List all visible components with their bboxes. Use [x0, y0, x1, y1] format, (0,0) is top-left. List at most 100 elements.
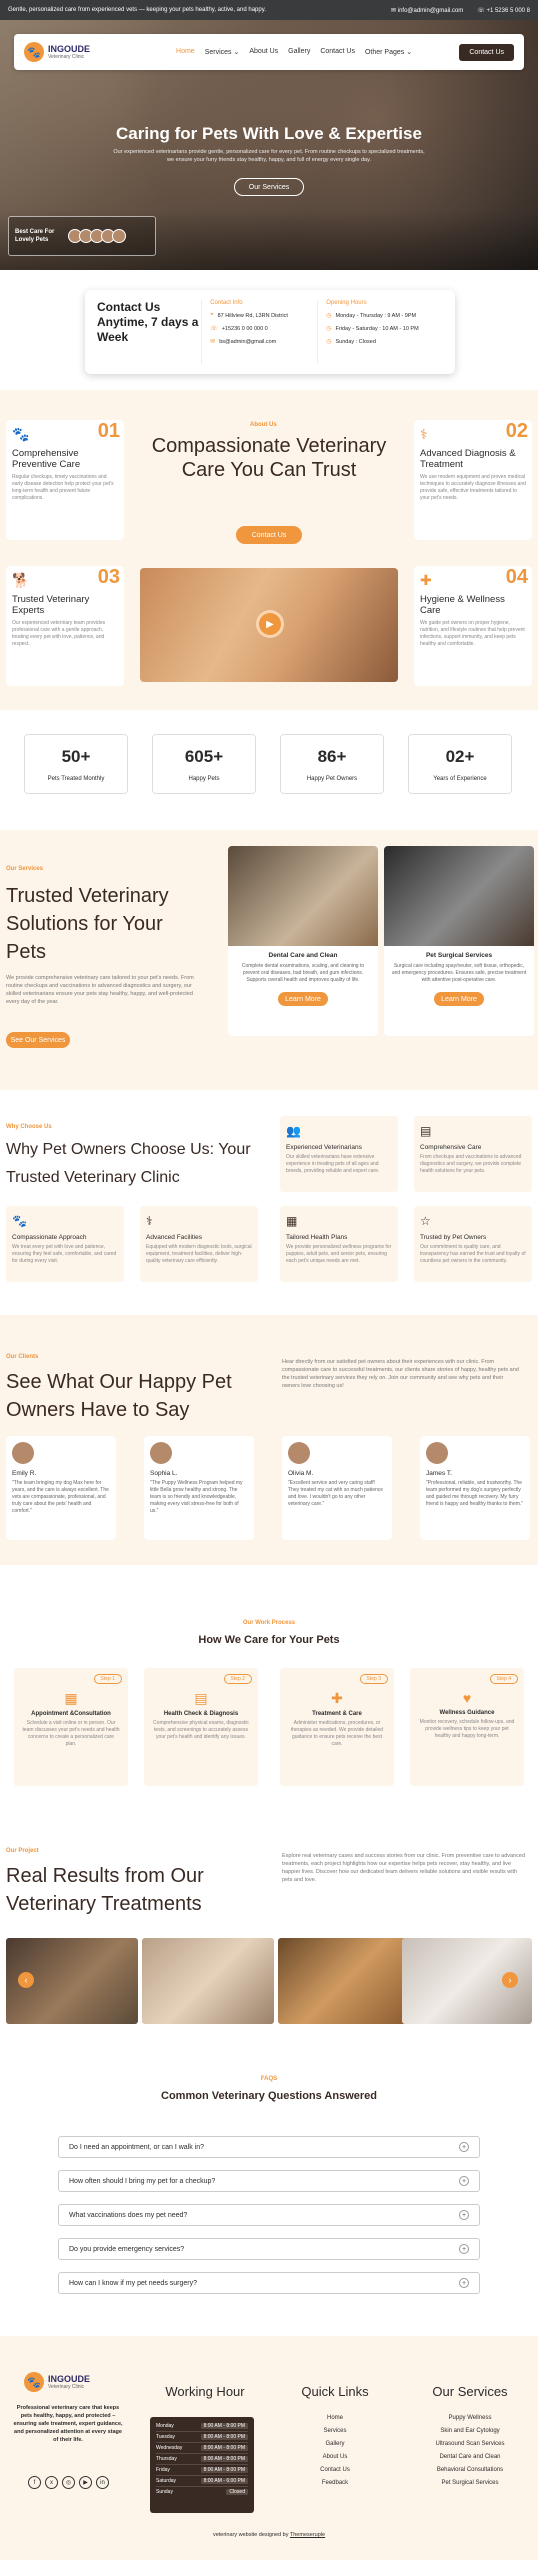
calendar-icon: ▦	[64, 1690, 78, 1706]
x-icon[interactable]: x	[45, 2476, 58, 2489]
faq-item[interactable]: How often should I bring my pet for a ch…	[58, 2170, 480, 2192]
prev-arrow-icon[interactable]: ‹	[18, 1972, 34, 1988]
nav-home[interactable]: Home	[176, 48, 195, 56]
contact-title: Contact Us Anytime, 7 days a Week	[97, 300, 199, 344]
hours-title: Working Hour	[165, 2384, 245, 2399]
process-step: Step 4 ♥ Wellness Guidance Monitor recovery…	[410, 1668, 524, 1786]
clients-tag: Our Clients	[6, 1354, 39, 1360]
avatar	[12, 1442, 34, 1464]
paw-icon: 🐾	[24, 2372, 44, 2392]
stethoscope-icon: ⚕	[146, 1214, 153, 1228]
footer-services-title: Our Services	[432, 2384, 508, 2399]
footer-service-link[interactable]: Ultrasound Scan Services	[410, 2438, 530, 2451]
services-title: Trusted Veterinary Solutions for Your Pe…	[6, 885, 169, 963]
main-navbar: 🐾 INGOUDE Veterinary Clinic Home Services…	[14, 34, 524, 70]
about-contact-button[interactable]: Contact Us	[236, 526, 302, 544]
why-card: ▦ Tailored Health Plans We provide persona…	[280, 1206, 398, 1282]
hours-line: ◷ Monday - Thursday : 9 AM - 9PM	[326, 312, 417, 320]
cat-video-thumbnail[interactable]: ▶	[140, 568, 398, 682]
faq-item[interactable]: Do I need an appointment, or can I walk …	[58, 2136, 480, 2158]
working-hours-table: Monday 8:00 AM - 8:00 PM Tuesday 8:00 AM -…	[150, 2417, 254, 2513]
service-card: Pet Surgical Services Surgical care inclu…	[384, 846, 534, 1036]
hero-services-button[interactable]: Our Services	[234, 178, 304, 196]
next-arrow-icon[interactable]: ›	[502, 1972, 518, 1988]
clock-icon: ◷	[326, 339, 332, 345]
linkedin-icon[interactable]: in	[96, 2476, 109, 2489]
plus-icon: +	[459, 2176, 469, 2186]
nav-menu: Home Services ⌄ About Us Gallery Contact…	[176, 48, 412, 56]
learn-more-button[interactable]: Learn More	[278, 992, 328, 1006]
youtube-icon[interactable]: ▶	[79, 2476, 92, 2489]
facebook-icon[interactable]: f	[28, 2476, 41, 2489]
footer-logo[interactable]: 🐾 INGOUDE Veterinary Clinic	[24, 2372, 90, 2392]
faq-item[interactable]: Do you provide emergency services? +	[58, 2238, 480, 2260]
credit-link[interactable]: Themeseruple	[290, 2532, 325, 2538]
testimonial-card: Emily R. "The team bringing my dog Max he…	[6, 1436, 116, 1540]
plus-icon: +	[459, 2210, 469, 2220]
footer-service-link[interactable]: Puppy Wellness	[410, 2412, 530, 2425]
footer-link[interactable]: About Us	[280, 2451, 390, 2464]
contact-address: ⌖ 87 Hillview Rd, L3RN District	[210, 312, 288, 319]
brand-logo[interactable]: 🐾 INGOUDE Veterinary Clinic	[24, 42, 90, 62]
hero-subtitle: Our experienced veterinarians provide ge…	[113, 149, 425, 163]
why-card: ☆ Trusted by Pet Owners Our commitment to …	[414, 1206, 532, 1282]
top-email[interactable]: ✉ info@admin@gmail.com	[391, 7, 463, 14]
clipboard-icon: ▤	[194, 1690, 208, 1706]
footer-credit: veterinary website designed by Themeseru…	[212, 2532, 326, 2538]
contact-phone[interactable]: ☏ +15236 0 00 000 0	[210, 325, 317, 333]
footer-service-link[interactable]: Skin and Ear Cytology	[410, 2425, 530, 2438]
top-tagline: Gentle, personalized care from experienc…	[8, 7, 266, 13]
footer-link[interactable]: Feedback	[280, 2477, 390, 2490]
testimonial-card: Sophia L. "The Puppy Wellness Program hel…	[144, 1436, 254, 1540]
play-icon[interactable]: ▶	[256, 610, 284, 638]
nav-contact-button[interactable]: Contact Us	[459, 43, 514, 61]
faq-title: Common Veterinary Questions Answered	[161, 2090, 377, 2102]
feature-card: 04 ✚ Hygiene & Wellness Care We guide pet …	[414, 566, 532, 686]
footer-link[interactable]: Services	[280, 2425, 390, 2438]
nav-about[interactable]: About Us	[249, 48, 278, 56]
quick-links-title: Quick Links	[301, 2384, 369, 2399]
nav-services[interactable]: Services ⌄	[205, 48, 240, 56]
mail-icon: ✉	[210, 339, 216, 345]
phone-icon: ☏	[210, 326, 218, 332]
location-icon: ⌖	[210, 312, 214, 318]
footer-service-link[interactable]: Dental Care and Clean	[410, 2451, 530, 2464]
avatar-group	[68, 229, 126, 243]
footer-link[interactable]: Gallery	[280, 2438, 390, 2451]
why-card: 👥 Experienced Veterinarians Our skilled ve…	[280, 1116, 398, 1192]
top-phone[interactable]: ☏ +1 5236 5 000 8	[477, 7, 530, 14]
see-services-button[interactable]: See Our Services	[6, 1032, 70, 1048]
pet-icon: 🐕	[12, 572, 30, 588]
paw-icon: 🐾	[24, 42, 44, 62]
footer-service-link[interactable]: Behavioral Consultations	[410, 2464, 530, 2477]
stat-card: 605+ Happy Pets	[152, 734, 256, 794]
about-tag: About Us	[250, 422, 277, 428]
contact-email[interactable]: ✉ bs@admin@gmail.com	[210, 338, 317, 346]
nav-gallery[interactable]: Gallery	[288, 48, 310, 56]
footer-link[interactable]: Contact Us	[280, 2464, 390, 2477]
clients-title: See What Our Happy Pet Owners Have to Sa…	[6, 1371, 232, 1421]
clock-icon: ◷	[326, 326, 332, 332]
nav-other-pages[interactable]: Other Pages ⌄	[365, 48, 412, 56]
footer-service-link[interactable]: Pet Surgical Services	[410, 2477, 530, 2490]
testimonial-card: James T. "Professional, reliable, and tru…	[420, 1436, 530, 1540]
footer-services: Puppy Wellness Skin and Ear Cytology Ult…	[410, 2412, 530, 2490]
footer-link[interactable]: Home	[280, 2412, 390, 2425]
faq-item[interactable]: What vaccinations does my pet need? +	[58, 2204, 480, 2226]
service-image	[384, 846, 534, 946]
clients-intro: Hear directly from our satisfied pet own…	[282, 1359, 519, 1389]
testimonial-card: Olivia M. "Excellent service and very car…	[282, 1436, 392, 1540]
nav-contact[interactable]: Contact Us	[320, 48, 355, 56]
faq-item[interactable]: How can I know if my pet needs surgery? +	[58, 2272, 480, 2294]
feature-card: 03 🐕 Trusted Veterinary Experts Our experi…	[6, 566, 124, 686]
feature-card: 01 🐾 Comprehensive Preventive Care Regular…	[6, 420, 124, 540]
instagram-icon[interactable]: ◎	[62, 2476, 75, 2489]
about-title: Compassionate Veterinary Care You Can Tr…	[151, 435, 387, 481]
project-image	[278, 1938, 410, 2024]
heart-icon: ♥	[462, 1690, 472, 1706]
top-bar: Gentle, personalized care from experienc…	[0, 0, 538, 20]
learn-more-button[interactable]: Learn More	[434, 992, 484, 1006]
project-tag: Our Project	[6, 1848, 39, 1854]
hero-title: Caring for Pets With Love & Expertise	[116, 124, 422, 143]
avatar	[426, 1442, 448, 1464]
